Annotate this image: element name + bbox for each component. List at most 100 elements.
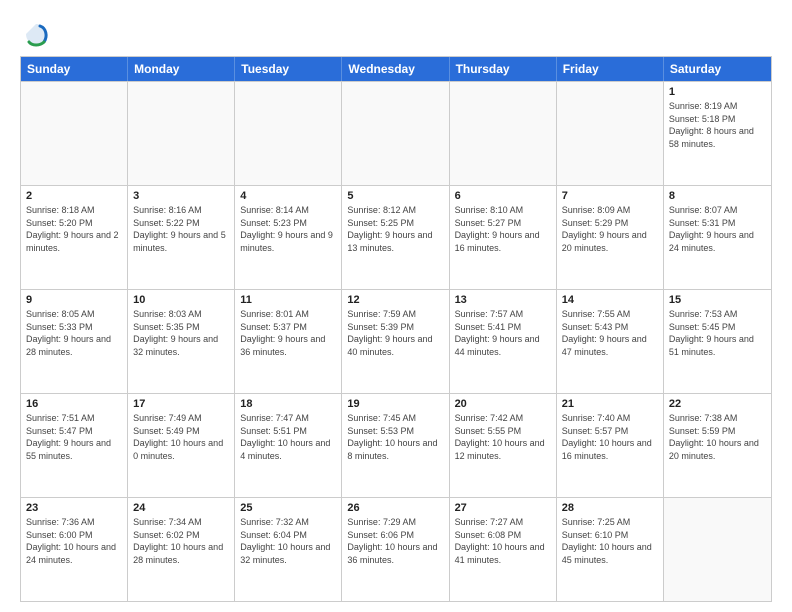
calendar-cell: 14 Sunrise: 7:55 AM Sunset: 5:43 PM Dayli… xyxy=(557,290,664,393)
calendar-cell: 19 Sunrise: 7:45 AM Sunset: 5:53 PM Dayli… xyxy=(342,394,449,497)
weekday-header-wednesday: Wednesday xyxy=(342,57,449,81)
day-number: 20 xyxy=(455,398,551,410)
calendar-cell: 12Sunrise: 7:59 AM Sunset: 5:39 PM Dayli… xyxy=(342,290,449,393)
day-number: 27 xyxy=(455,502,551,514)
day-number: 23 xyxy=(26,502,122,514)
day-number: 8 xyxy=(669,190,766,202)
calendar-cell xyxy=(128,82,235,185)
calendar-row: 16 Sunrise: 7:51 AM Sunset: 5:47 PM Dayli… xyxy=(21,393,771,497)
day-info: Sunrise: 8:07 AM Sunset: 5:31 PM Dayligh… xyxy=(669,204,766,254)
day-number: 5 xyxy=(347,190,443,202)
calendar-row: 2 Sunrise: 8:18 AM Sunset: 5:20 PM Daylig… xyxy=(21,185,771,289)
calendar-cell xyxy=(235,82,342,185)
calendar-cell: 15 Sunrise: 7:53 AM Sunset: 5:45 PM Dayli… xyxy=(664,290,771,393)
calendar-cell: 11 Sunrise: 8:01 AM Sunset: 5:37 PM Dayli… xyxy=(235,290,342,393)
calendar-cell: 24Sunrise: 7:34 AM Sunset: 6:02 PM Dayli… xyxy=(128,498,235,601)
day-number: 18 xyxy=(240,398,336,410)
day-info: Sunrise: 7:27 AM Sunset: 6:08 PM Dayligh… xyxy=(455,516,551,566)
calendar-cell: 17Sunrise: 7:49 AM Sunset: 5:49 PM Dayli… xyxy=(128,394,235,497)
calendar-cell: 28Sunrise: 7:25 AM Sunset: 6:10 PM Dayli… xyxy=(557,498,664,601)
calendar-cell: 9 Sunrise: 8:05 AM Sunset: 5:33 PM Daylig… xyxy=(21,290,128,393)
weekday-header-thursday: Thursday xyxy=(450,57,557,81)
calendar-cell xyxy=(664,498,771,601)
calendar-cell xyxy=(450,82,557,185)
day-info: Sunrise: 7:29 AM Sunset: 6:06 PM Dayligh… xyxy=(347,516,443,566)
day-info: Sunrise: 7:49 AM Sunset: 5:49 PM Dayligh… xyxy=(133,412,229,462)
day-info: Sunrise: 7:51 AM Sunset: 5:47 PM Dayligh… xyxy=(26,412,122,462)
day-number: 26 xyxy=(347,502,443,514)
day-info: Sunrise: 8:09 AM Sunset: 5:29 PM Dayligh… xyxy=(562,204,658,254)
day-number: 10 xyxy=(133,294,229,306)
calendar-cell: 4 Sunrise: 8:14 AM Sunset: 5:23 PM Daylig… xyxy=(235,186,342,289)
day-number: 7 xyxy=(562,190,658,202)
calendar-cell: 13Sunrise: 7:57 AM Sunset: 5:41 PM Dayli… xyxy=(450,290,557,393)
day-info: Sunrise: 8:05 AM Sunset: 5:33 PM Dayligh… xyxy=(26,308,122,358)
calendar-cell: 22 Sunrise: 7:38 AM Sunset: 5:59 PM Dayli… xyxy=(664,394,771,497)
calendar-cell: 6 Sunrise: 8:10 AM Sunset: 5:27 PM Daylig… xyxy=(450,186,557,289)
day-info: Sunrise: 8:01 AM Sunset: 5:37 PM Dayligh… xyxy=(240,308,336,358)
day-info: Sunrise: 8:19 AM Sunset: 5:18 PM Dayligh… xyxy=(669,100,766,150)
day-number: 9 xyxy=(26,294,122,306)
day-info: Sunrise: 8:16 AM Sunset: 5:22 PM Dayligh… xyxy=(133,204,229,254)
day-number: 16 xyxy=(26,398,122,410)
calendar-cell: 1 Sunrise: 8:19 AM Sunset: 5:18 PM Daylig… xyxy=(664,82,771,185)
day-number: 2 xyxy=(26,190,122,202)
day-info: Sunrise: 7:25 AM Sunset: 6:10 PM Dayligh… xyxy=(562,516,658,566)
header xyxy=(20,16,772,48)
day-info: Sunrise: 7:47 AM Sunset: 5:51 PM Dayligh… xyxy=(240,412,336,462)
day-info: Sunrise: 7:38 AM Sunset: 5:59 PM Dayligh… xyxy=(669,412,766,462)
weekday-header-tuesday: Tuesday xyxy=(235,57,342,81)
day-info: Sunrise: 8:03 AM Sunset: 5:35 PM Dayligh… xyxy=(133,308,229,358)
day-info: Sunrise: 8:14 AM Sunset: 5:23 PM Dayligh… xyxy=(240,204,336,254)
logo-icon xyxy=(22,20,50,48)
day-info: Sunrise: 8:18 AM Sunset: 5:20 PM Dayligh… xyxy=(26,204,122,254)
calendar-row: 23 Sunrise: 7:36 AM Sunset: 6:00 PM Dayli… xyxy=(21,497,771,601)
calendar-cell: 10 Sunrise: 8:03 AM Sunset: 5:35 PM Dayli… xyxy=(128,290,235,393)
day-number: 3 xyxy=(133,190,229,202)
logo xyxy=(20,20,50,48)
day-info: Sunrise: 7:55 AM Sunset: 5:43 PM Dayligh… xyxy=(562,308,658,358)
page: SundayMondayTuesdayWednesdayThursdayFrid… xyxy=(0,0,792,612)
day-number: 21 xyxy=(562,398,658,410)
weekday-header-sunday: Sunday xyxy=(21,57,128,81)
day-number: 19 xyxy=(347,398,443,410)
calendar-cell: 8 Sunrise: 8:07 AM Sunset: 5:31 PM Daylig… xyxy=(664,186,771,289)
day-info: Sunrise: 7:42 AM Sunset: 5:55 PM Dayligh… xyxy=(455,412,551,462)
day-number: 12 xyxy=(347,294,443,306)
day-info: Sunrise: 7:36 AM Sunset: 6:00 PM Dayligh… xyxy=(26,516,122,566)
day-number: 4 xyxy=(240,190,336,202)
calendar-cell: 7 Sunrise: 8:09 AM Sunset: 5:29 PM Daylig… xyxy=(557,186,664,289)
calendar-cell: 3 Sunrise: 8:16 AM Sunset: 5:22 PM Daylig… xyxy=(128,186,235,289)
calendar-cell: 25Sunrise: 7:32 AM Sunset: 6:04 PM Dayli… xyxy=(235,498,342,601)
day-number: 6 xyxy=(455,190,551,202)
day-number: 13 xyxy=(455,294,551,306)
calendar-cell: 23 Sunrise: 7:36 AM Sunset: 6:00 PM Dayli… xyxy=(21,498,128,601)
day-number: 11 xyxy=(240,294,336,306)
calendar-cell: 18 Sunrise: 7:47 AM Sunset: 5:51 PM Dayli… xyxy=(235,394,342,497)
day-number: 15 xyxy=(669,294,766,306)
weekday-header-saturday: Saturday xyxy=(664,57,771,81)
calendar-body: 1 Sunrise: 8:19 AM Sunset: 5:18 PM Daylig… xyxy=(21,81,771,601)
day-info: Sunrise: 8:10 AM Sunset: 5:27 PM Dayligh… xyxy=(455,204,551,254)
day-number: 14 xyxy=(562,294,658,306)
calendar-row: 1 Sunrise: 8:19 AM Sunset: 5:18 PM Daylig… xyxy=(21,81,771,185)
calendar-cell: 26 Sunrise: 7:29 AM Sunset: 6:06 PM Dayli… xyxy=(342,498,449,601)
calendar-cell xyxy=(557,82,664,185)
calendar-cell: 21 Sunrise: 7:40 AM Sunset: 5:57 PM Dayli… xyxy=(557,394,664,497)
calendar-cell: 16 Sunrise: 7:51 AM Sunset: 5:47 PM Dayli… xyxy=(21,394,128,497)
day-info: Sunrise: 8:12 AM Sunset: 5:25 PM Dayligh… xyxy=(347,204,443,254)
weekday-header-friday: Friday xyxy=(557,57,664,81)
day-info: Sunrise: 7:32 AM Sunset: 6:04 PM Dayligh… xyxy=(240,516,336,566)
day-number: 22 xyxy=(669,398,766,410)
day-info: Sunrise: 7:40 AM Sunset: 5:57 PM Dayligh… xyxy=(562,412,658,462)
day-number: 1 xyxy=(669,86,766,98)
weekday-header-monday: Monday xyxy=(128,57,235,81)
calendar-cell: 5 Sunrise: 8:12 AM Sunset: 5:25 PM Daylig… xyxy=(342,186,449,289)
calendar: SundayMondayTuesdayWednesdayThursdayFrid… xyxy=(20,56,772,602)
calendar-cell: 27 Sunrise: 7:27 AM Sunset: 6:08 PM Dayli… xyxy=(450,498,557,601)
calendar-header: SundayMondayTuesdayWednesdayThursdayFrid… xyxy=(21,57,771,81)
day-info: Sunrise: 7:53 AM Sunset: 5:45 PM Dayligh… xyxy=(669,308,766,358)
calendar-row: 9 Sunrise: 8:05 AM Sunset: 5:33 PM Daylig… xyxy=(21,289,771,393)
day-info: Sunrise: 7:45 AM Sunset: 5:53 PM Dayligh… xyxy=(347,412,443,462)
calendar-cell xyxy=(21,82,128,185)
